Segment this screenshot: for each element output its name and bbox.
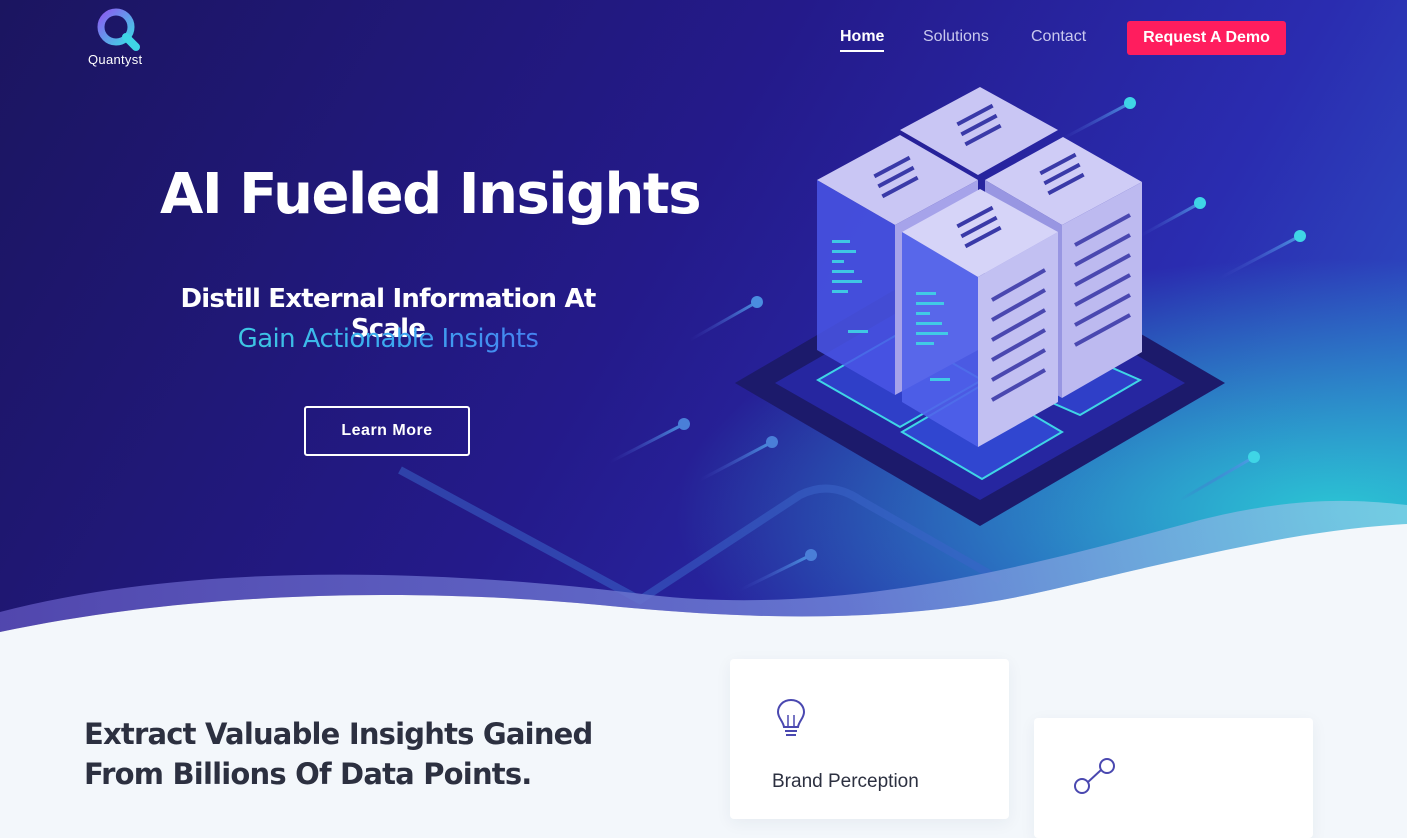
network-nodes-icon	[1074, 758, 1115, 794]
brand-name: Quantyst	[88, 52, 143, 67]
feature-card-network[interactable]	[1034, 718, 1313, 838]
section-heading: Extract Valuable Insights Gained From Bi…	[84, 717, 593, 791]
request-demo-button[interactable]: Request A Demo	[1127, 21, 1286, 55]
learn-more-button[interactable]: Learn More	[304, 406, 470, 456]
lightbulb-icon	[776, 698, 806, 736]
nav-contact-link[interactable]: Contact	[1031, 28, 1086, 46]
feature-card-brand-perception[interactable]: Brand Perception	[730, 659, 1009, 819]
nav-solutions-link[interactable]: Solutions	[923, 28, 989, 46]
nav-home-link[interactable]: Home	[840, 28, 885, 52]
hero-subtitle-line2: Gain Actionable Insights	[158, 324, 618, 354]
server-unit-front	[902, 189, 1058, 447]
card-title: Brand Perception	[772, 771, 919, 792]
server-rack-illustration	[735, 87, 1225, 526]
